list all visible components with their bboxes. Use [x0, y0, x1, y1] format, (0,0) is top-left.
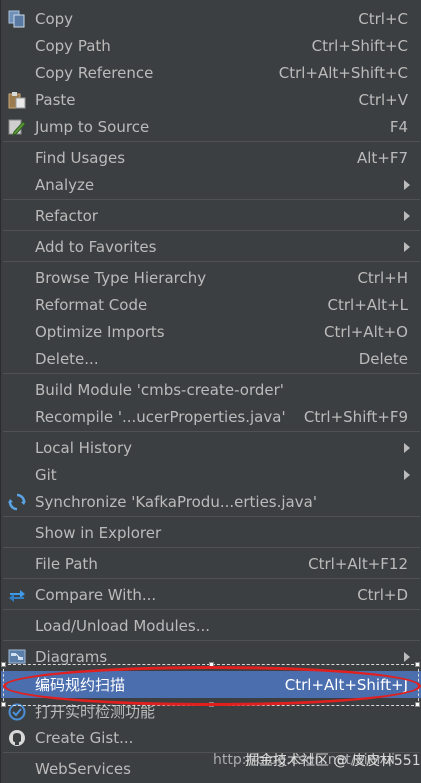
- menu-item-label: Copy: [35, 9, 74, 28]
- menu-item-shortcut: Alt+F7: [356, 148, 408, 167]
- selection-frame: [3, 664, 419, 706]
- github-icon: [7, 728, 27, 748]
- submenu-arrow-icon: [404, 242, 410, 252]
- menu-separator: [3, 516, 420, 517]
- menu-item-synchronize[interactable]: Synchronize 'KafkaProdu...erties.java': [1, 488, 421, 515]
- menu-item-label: WebServices: [35, 759, 131, 778]
- menu-separator: [3, 373, 420, 374]
- menu-separator: [3, 261, 420, 262]
- menu-separator: [3, 141, 420, 142]
- menu-item-local-history[interactable]: Local History: [1, 434, 421, 461]
- menu-item-shortcut: Ctrl+Alt+Shift+C: [278, 63, 408, 82]
- menu-item-label: Copy Path: [35, 36, 111, 55]
- menu-item-optimize-imports[interactable]: Optimize Imports Ctrl+Alt+O: [1, 318, 421, 345]
- menu-item-compare-with[interactable]: Compare With... Ctrl+D: [1, 581, 421, 608]
- menu-item-shortcut: Ctrl+Alt+L: [327, 295, 409, 314]
- menu-item-label: Analyze: [35, 175, 95, 194]
- menu-item-shortcut: Ctrl+H: [357, 268, 408, 287]
- edit-pencil-icon: [7, 117, 27, 137]
- submenu-arrow-icon: [404, 443, 410, 453]
- menu-item-recompile[interactable]: Recompile '...ucerProperties.java' Ctrl+…: [1, 403, 421, 430]
- menu-separator: [3, 578, 420, 579]
- menu-item-paste[interactable]: Paste Ctrl+V: [1, 86, 421, 113]
- menu-item-label: Show in Explorer: [35, 523, 162, 542]
- context-menu: Copy Ctrl+C Copy Path Ctrl+Shift+C Copy …: [0, 0, 421, 783]
- menu-item-label: Delete...: [35, 349, 99, 368]
- menu-item-label: Copy Reference: [35, 63, 154, 82]
- menu-item-shortcut: F4: [389, 117, 408, 136]
- menu-item-label: Add to Favorites: [35, 237, 157, 256]
- menu-item-copy[interactable]: Copy Ctrl+C: [1, 5, 421, 32]
- menu-item-label: Paste: [35, 90, 76, 109]
- submenu-arrow-icon: [404, 211, 410, 221]
- menu-item-add-to-favorites[interactable]: Add to Favorites: [1, 233, 421, 260]
- paste-icon: [7, 90, 27, 110]
- menu-item-label: Reformat Code: [35, 295, 148, 314]
- menu-separator: [3, 431, 420, 432]
- menu-item-analyze[interactable]: Analyze: [1, 171, 421, 198]
- menu-item-copy-reference[interactable]: Copy Reference Ctrl+Alt+Shift+C: [1, 59, 421, 86]
- menu-item-reformat-code[interactable]: Reformat Code Ctrl+Alt+L: [1, 291, 421, 318]
- menu-item-shortcut: Ctrl+D: [357, 585, 408, 604]
- submenu-arrow-icon: [404, 652, 410, 662]
- menu-item-label: Find Usages: [35, 148, 126, 167]
- menu-item-jump-to-source[interactable]: Jump to Source F4: [1, 113, 421, 140]
- menu-item-label: Local History: [35, 438, 133, 457]
- menu-item-shortcut: Ctrl+V: [358, 90, 408, 109]
- menu-item-label: Load/Unload Modules...: [35, 616, 211, 635]
- menu-item-copy-path[interactable]: Copy Path Ctrl+Shift+C: [1, 32, 421, 59]
- submenu-arrow-icon: [404, 470, 410, 480]
- menu-item-shortcut: Ctrl+C: [358, 9, 408, 28]
- menu-item-label: Diagrams: [35, 647, 108, 666]
- menu-item-shortcut: Ctrl+Alt+F12: [308, 554, 408, 573]
- menu-separator: [3, 199, 420, 200]
- sync-icon: [7, 492, 27, 512]
- resize-handle: [415, 662, 420, 667]
- menu-item-show-in-explorer[interactable]: Show in Explorer: [1, 519, 421, 546]
- menu-item-shortcut: Ctrl+Shift+C: [311, 36, 408, 55]
- menu-item-load-unload-modules[interactable]: Load/Unload Modules...: [1, 612, 421, 639]
- compare-arrows-icon: [7, 585, 27, 605]
- menu-item-label: Recompile '...ucerProperties.java': [35, 407, 286, 426]
- menu-separator: [3, 609, 420, 610]
- menu-item-git[interactable]: Git: [1, 461, 421, 488]
- menu-item-label: Browse Type Hierarchy: [35, 268, 207, 287]
- menu-item-find-usages[interactable]: Find Usages Alt+F7: [1, 144, 421, 171]
- resize-handle: [209, 702, 214, 707]
- menu-item-build-module[interactable]: Build Module 'cmbs-create-order': [1, 376, 421, 403]
- copy-icon: [7, 9, 27, 29]
- resize-handle: [1, 702, 6, 707]
- menu-item-label: Compare With...: [35, 585, 157, 604]
- menu-item-label: Refactor: [35, 206, 98, 225]
- menu-item-browse-type-hierarchy[interactable]: Browse Type Hierarchy Ctrl+H: [1, 264, 421, 291]
- menu-item-shortcut: Delete: [358, 349, 408, 368]
- resize-handle: [1, 662, 6, 667]
- menu-item-create-gist[interactable]: Create Gist...: [1, 724, 421, 751]
- menu-item-label: Jump to Source: [35, 117, 150, 136]
- menu-separator: [3, 547, 420, 548]
- menu-item-label: File Path: [35, 554, 98, 573]
- submenu-arrow-icon: [404, 180, 410, 190]
- menu-item-refactor[interactable]: Refactor: [1, 202, 421, 229]
- resize-handle: [209, 662, 214, 667]
- menu-item-label: Optimize Imports: [35, 322, 165, 341]
- menu-separator: [3, 640, 420, 641]
- menu-item-label: Create Gist...: [35, 728, 134, 747]
- menu-item-file-path[interactable]: File Path Ctrl+Alt+F12: [1, 550, 421, 577]
- menu-item-label: Synchronize 'KafkaProdu...erties.java': [35, 492, 317, 511]
- menu-separator: [3, 230, 420, 231]
- menu-item-shortcut: Ctrl+Alt+O: [324, 322, 408, 341]
- resize-handle: [415, 702, 420, 707]
- menu-item-label: Build Module 'cmbs-create-order': [35, 380, 284, 399]
- menu-item-label: Git: [35, 465, 57, 484]
- menu-item-delete[interactable]: Delete... Delete: [1, 345, 421, 372]
- watermark-overlay: 掘金技术社区 @ 皮皮林551: [245, 753, 421, 769]
- menu-item-shortcut: Ctrl+Shift+F9: [303, 407, 408, 426]
